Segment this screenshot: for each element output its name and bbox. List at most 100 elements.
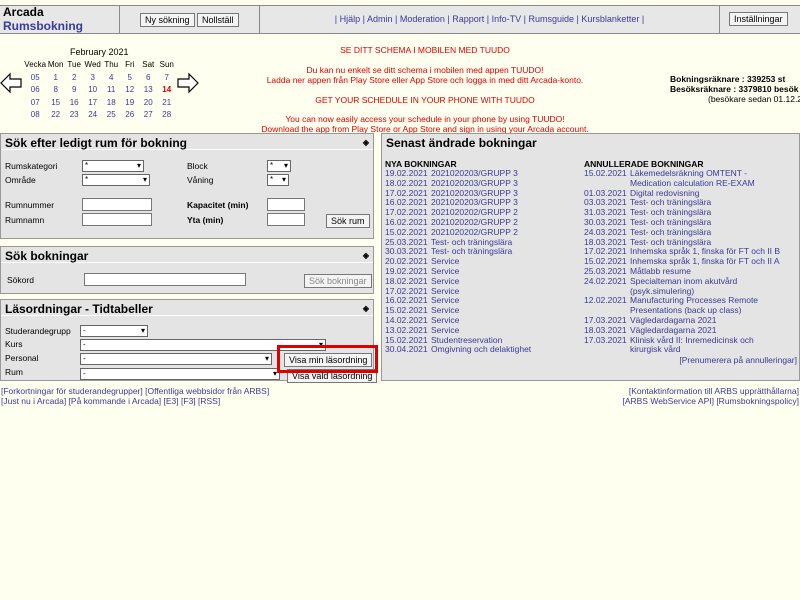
roomnum-input[interactable] <box>82 198 152 211</box>
cancelled-booking-item[interactable]: (psyk.simulering) <box>584 287 800 297</box>
nav-course-forms[interactable]: Kursblanketter <box>581 14 639 24</box>
calendar-day[interactable]: 6 <box>139 72 158 85</box>
calendar-day[interactable]: 25 <box>102 109 121 122</box>
booking-title[interactable]: Vägledardagarna 2021 <box>630 326 717 335</box>
footer-links-left-1[interactable]: [Forkortningar för studerandegrupper] [O… <box>1 386 269 396</box>
new-booking-item[interactable]: 17.02.2021 2021020203/GRUPP 3 <box>385 189 581 199</box>
calendar-day[interactable]: 19 <box>120 97 139 110</box>
booking-title[interactable]: Test- och träningslära <box>431 238 512 247</box>
nav-admin[interactable]: Admin <box>367 14 393 24</box>
cancelled-booking-item[interactable]: 24.03.2021 Test- och träningslära <box>584 228 800 238</box>
cancelled-booking-item[interactable]: 24.02.2021 Specialteman inom akutvård <box>584 277 800 287</box>
booking-title[interactable]: Service <box>431 267 459 276</box>
booking-title[interactable]: Specialteman inom akutvård <box>630 277 737 286</box>
calendar-day[interactable]: 15 <box>46 97 65 110</box>
new-booking-item[interactable]: 18.02.2021 Service <box>385 277 581 287</box>
staff-select[interactable]: - <box>80 353 272 365</box>
booking-title[interactable]: Presentations (back up class) <box>630 306 742 315</box>
new-booking-item[interactable]: 15.02.2021 Studentreservation <box>385 336 581 346</box>
calendar-day[interactable]: 13 <box>139 84 158 97</box>
new-booking-item[interactable]: 18.02.2021 2021020203/GRUPP 3 <box>385 179 581 189</box>
calendar-day[interactable]: 5 <box>120 72 139 85</box>
footer-links-right-2[interactable]: [ARBS WebService API] [Rumsbokningspolic… <box>622 396 799 406</box>
cancelled-booking-item[interactable]: 25.03.2021 Måtlabb resume <box>584 267 800 277</box>
new-booking-item[interactable]: 19.02.2021 Service <box>385 267 581 277</box>
group-select[interactable]: - <box>80 325 148 337</box>
booking-title[interactable]: Service <box>431 287 459 296</box>
search-room-button[interactable]: Sök rum <box>326 214 370 228</box>
category-select[interactable]: * <box>82 160 144 172</box>
new-booking-item[interactable]: 30.04.2021 Omgivning och delaktighet <box>385 345 581 355</box>
new-booking-item[interactable]: 25.03.2021 Test- och träningslära <box>385 238 581 248</box>
booking-title[interactable]: Vägledardagarna 2021 <box>630 316 717 325</box>
calendar-day[interactable]: 26 <box>120 109 139 122</box>
cancelled-booking-item[interactable]: Medication calculation RE-EXAM <box>584 179 800 189</box>
calendar-day[interactable]: 18 <box>102 97 121 110</box>
booking-title[interactable]: Test- och träningslära <box>630 208 711 217</box>
subscribe-link[interactable]: [Prenumerera på annulleringar] <box>679 355 797 365</box>
calendar-day[interactable]: 16 <box>65 97 84 110</box>
calendar-day[interactable]: 28 <box>158 109 177 122</box>
block-select[interactable]: * <box>267 160 291 172</box>
nav-moderation[interactable]: Moderation <box>400 14 445 24</box>
roomname-input[interactable] <box>82 213 152 226</box>
calendar-day[interactable]: 7 <box>158 72 177 85</box>
booking-title[interactable]: Omgivning och delaktighet <box>431 345 531 354</box>
calendar-day[interactable]: 8 <box>46 84 65 97</box>
area-select[interactable]: * <box>82 174 150 186</box>
cancelled-booking-item[interactable]: Presentations (back up class) <box>584 306 800 316</box>
calendar-day[interactable]: 12 <box>120 84 139 97</box>
booking-title[interactable]: Inhemska språk 1, finska för FT och II A <box>630 257 780 266</box>
new-search-button[interactable]: Ny sökning <box>140 13 195 27</box>
booking-title[interactable]: Test- och träningslära <box>431 247 512 256</box>
next-month-icon[interactable] <box>177 72 199 94</box>
cancelled-booking-item[interactable]: kirurgisk vård <box>584 345 800 355</box>
prev-month-icon[interactable] <box>0 72 22 94</box>
calendar-day[interactable]: 20 <box>139 97 158 110</box>
cancelled-booking-item[interactable]: 03.03.2021 Test- och träningslära <box>584 198 800 208</box>
booking-title[interactable]: Service <box>431 277 459 286</box>
footer-links-left-2[interactable]: [Just nu i Arcada] [På kommande i Arcada… <box>1 396 220 406</box>
booking-title[interactable]: Test- och träningslära <box>630 228 711 237</box>
booking-title[interactable]: Test- och träningslära <box>630 238 711 247</box>
calendar-day[interactable]: 23 <box>65 109 84 122</box>
calendar-week-number[interactable]: 07 <box>24 97 46 110</box>
booking-title[interactable]: 2021020202/GRUPP 2 <box>431 218 518 227</box>
keyword-input[interactable] <box>84 273 246 286</box>
booking-title[interactable]: (psyk.simulering) <box>630 287 694 296</box>
new-booking-item[interactable]: 15.02.2021 2021020202/GRUPP 2 <box>385 228 581 238</box>
cancelled-booking-item[interactable]: 12.02.2021 Manufacturing Processes Remote <box>584 296 800 306</box>
cancelled-booking-item[interactable]: 31.03.2021 Test- och träningslära <box>584 208 800 218</box>
new-booking-item[interactable]: 17.02.2021 Service <box>385 287 581 297</box>
calendar-day[interactable]: 3 <box>83 72 102 85</box>
booking-title[interactable]: 2021020202/GRUPP 2 <box>431 208 518 217</box>
calendar-week-number[interactable]: 08 <box>24 109 46 122</box>
collapse-icon[interactable]: ◈ <box>363 249 369 263</box>
booking-title[interactable]: Service <box>431 326 459 335</box>
calendar-day[interactable]: 17 <box>83 97 102 110</box>
nav-info-tv[interactable]: Info-TV <box>492 14 522 24</box>
nav-report[interactable]: Rapport <box>452 14 484 24</box>
calendar-day[interactable]: 1 <box>46 72 65 85</box>
search-bookings-button[interactable]: Sök bokningar <box>304 274 372 288</box>
room-select[interactable]: - <box>80 368 280 380</box>
booking-title[interactable]: Läkemedelsräkning OMTENT - <box>630 169 747 178</box>
booking-title[interactable]: Digital redovisning <box>630 189 699 198</box>
collapse-icon[interactable]: ◈ <box>363 302 369 316</box>
booking-title[interactable]: Test- och träningslära <box>630 218 711 227</box>
reset-button[interactable]: Nollställ <box>197 13 239 27</box>
cancelled-booking-item[interactable]: 15.02.2021 Läkemedelsräkning OMTENT - <box>584 169 800 179</box>
new-booking-item[interactable]: 13.02.2021 Service <box>385 326 581 336</box>
show-my-schedule-button[interactable]: Visa min läsordning <box>284 353 373 367</box>
new-booking-item[interactable]: 19.02.2021 2021020203/GRUPP 3 <box>385 169 581 179</box>
booking-title[interactable]: 2021020202/GRUPP 2 <box>431 228 518 237</box>
calendar-day[interactable]: 9 <box>65 84 84 97</box>
cancelled-booking-item[interactable]: 15.02.2021 Inhemska språk 1, finska för F… <box>584 257 800 267</box>
nav-room-guide[interactable]: Rumsguide <box>528 14 574 24</box>
booking-title[interactable]: 2021020203/GRUPP 3 <box>431 198 518 207</box>
footer-links-right-1[interactable]: [Kontaktinformation till ARBS upprätthål… <box>629 386 799 396</box>
calendar-day[interactable]: 4 <box>102 72 121 85</box>
floor-select[interactable]: * <box>267 174 289 186</box>
booking-title[interactable]: Test- och träningslära <box>630 198 711 207</box>
new-booking-item[interactable]: 20.02.2021 Service <box>385 257 581 267</box>
